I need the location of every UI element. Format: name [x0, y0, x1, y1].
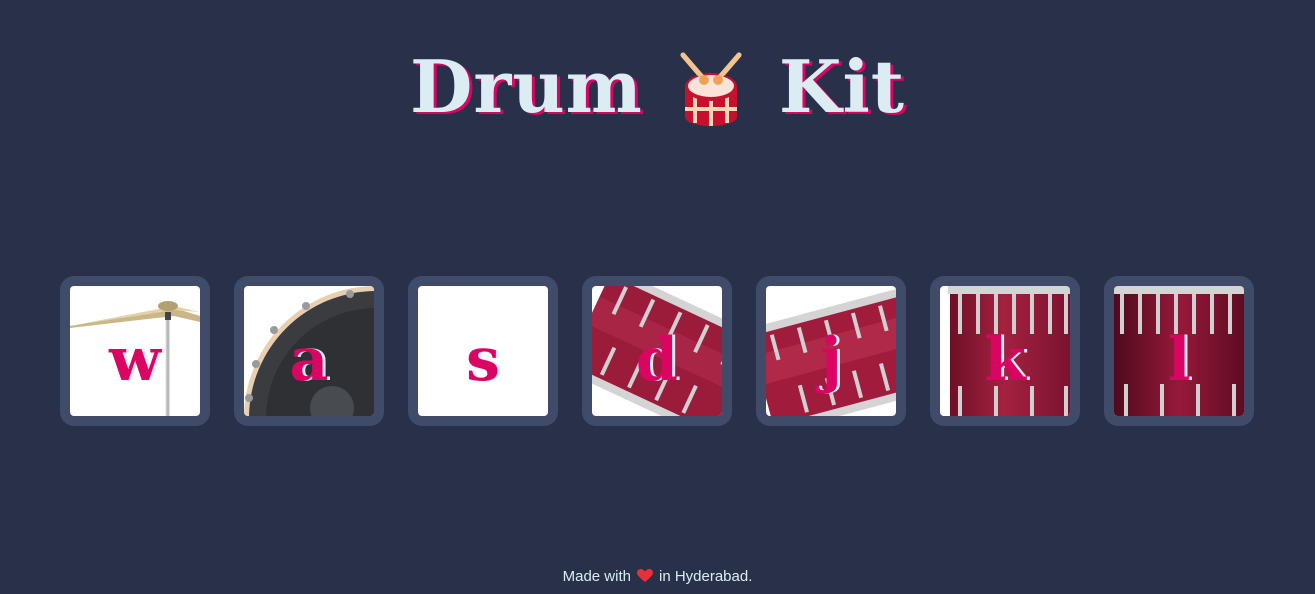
footer-text-before: Made with: [562, 568, 631, 585]
pad-face: j: [766, 286, 896, 416]
drum-pad-w[interactable]: w: [60, 276, 210, 426]
pad-face: l: [1114, 286, 1244, 416]
drum-pad-j[interactable]: j: [756, 276, 906, 426]
pad-face: w: [70, 286, 200, 416]
pad-face: k: [940, 286, 1070, 416]
pad-key-label: l: [1167, 325, 1191, 395]
title-word-drum: Drum: [409, 44, 643, 129]
pad-key-label: a: [289, 325, 329, 395]
pad-key-label: j: [820, 325, 842, 395]
drum-pad-set: w a s d j k l: [60, 276, 1256, 426]
page-title: Drum Kit: [0, 42, 1315, 132]
heart-icon: [636, 569, 653, 587]
title-word-kit: Kit: [778, 44, 906, 129]
drum-pad-s[interactable]: s: [408, 276, 558, 426]
footer: Made with in Hyderabad.: [0, 568, 1315, 587]
drum-pad-d[interactable]: d: [582, 276, 732, 426]
drum-emoji-icon: [673, 47, 749, 127]
pad-face: a: [244, 286, 374, 416]
pad-face: s: [418, 286, 548, 416]
pad-key-label: s: [466, 325, 500, 395]
pad-key-label: k: [984, 325, 1026, 395]
pad-key-label: w: [109, 325, 161, 395]
pad-face: d: [592, 286, 722, 416]
footer-text-after: in Hyderabad.: [658, 568, 753, 585]
drum-pad-l[interactable]: l: [1104, 276, 1254, 426]
drum-pad-a[interactable]: a: [234, 276, 384, 426]
pad-key-label: d: [636, 325, 678, 395]
drum-pad-k[interactable]: k: [930, 276, 1080, 426]
